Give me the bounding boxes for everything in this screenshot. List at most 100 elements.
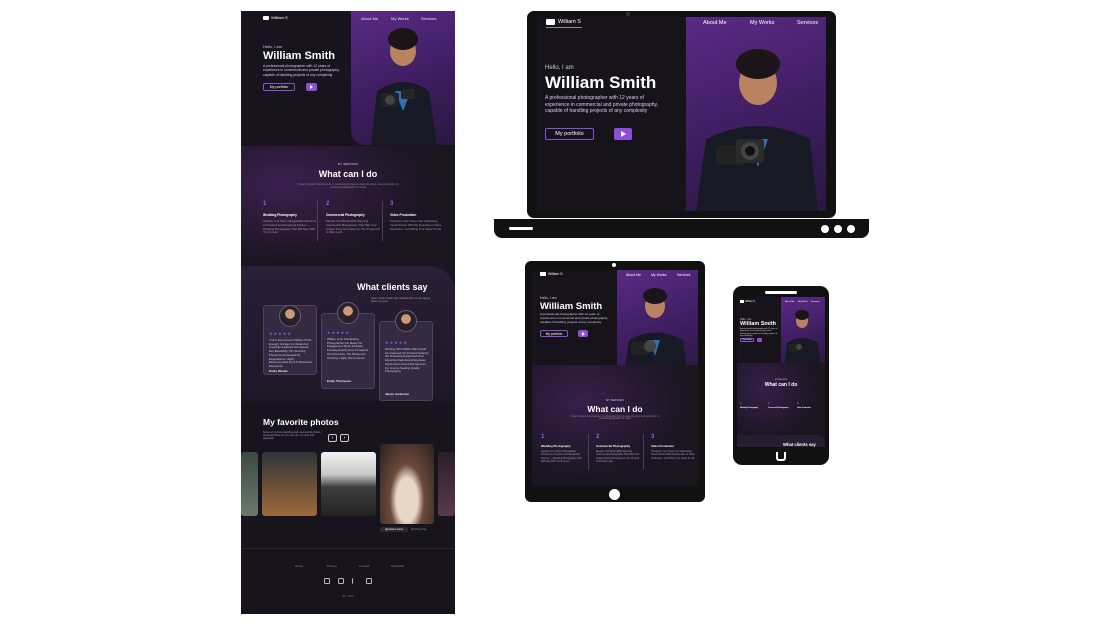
logo[interactable]: William S [263,15,288,20]
hero-name: William Smith [740,321,777,327]
divider [643,434,644,470]
nav-services[interactable]: Services [677,273,690,277]
service-title: Wedding Photography [263,213,297,217]
logo[interactable]: William S [540,272,563,276]
hero-image [781,297,825,369]
play-button[interactable] [757,338,762,342]
nav-works[interactable]: My Works [391,16,409,21]
clients-title: What clients say [783,442,816,447]
nav-about[interactable]: About Me [626,273,641,277]
service-title: Commercial Photography [326,213,365,217]
hero-image [686,17,826,211]
photo-caption: Wedding Day [411,528,427,531]
photo-caption: @ourtime turns [380,527,408,532]
hero-greeting: Hello, I am [545,65,574,71]
portfolio-button[interactable]: My portfolio [740,338,754,342]
camera-logo-icon [740,300,744,303]
nav-services[interactable]: Services [811,301,819,303]
hero-description: A professional photographer with 12 year… [263,64,340,77]
divider [317,201,318,241]
service-number: 1 [263,201,267,207]
logo-text: William S [558,19,581,25]
service-number: 2 [768,401,770,405]
play-icon [581,331,585,336]
service-item: 1 Wedding Photography [740,401,764,409]
gallery-photo[interactable] [380,444,434,524]
gallery-photo[interactable] [438,452,455,516]
service-item: 3 Video Production Transform Your Vision… [390,201,445,231]
play-button[interactable] [306,83,317,91]
testimonial-card: ★★★★★ I Can't Recommend William Smith En… [263,305,317,375]
nav-services[interactable]: Services [797,20,818,26]
services-kicker: MY SERVICES [774,379,788,381]
tablet-display: William S About Me My Works Services Hel… [532,270,698,486]
footer-link[interactable]: Subscribe [391,564,404,568]
service-title: Video Production [651,444,675,448]
service-number: 2 [596,434,600,440]
testimonial-card: ★★★★★ William Is An Outstanding Photogra… [321,302,375,389]
portfolio-button[interactable]: My portfolio [263,83,295,91]
laptop-display: William S About Me My Works Services Hel… [537,17,826,211]
linkedin-icon[interactable] [366,578,372,584]
phone-display: William S About Me My Works Services Hel… [737,297,825,447]
phone-home-button [776,452,786,461]
laptop-dot [834,225,842,233]
behance-icon[interactable] [338,578,344,584]
instagram-icon[interactable] [324,578,330,584]
service-item: 2 Commercial Photography Elevate Your Br… [326,201,381,235]
tablet-camera [612,263,616,267]
nav-services[interactable]: Services [421,16,436,21]
service-title: Commercial Photography [768,407,789,409]
services-title: What can I do [318,169,378,179]
logo[interactable]: William S [546,19,581,25]
testimonial-card: ★★★★★ Working With William Was Great! He… [379,310,433,401]
gallery-photo[interactable] [321,452,376,516]
service-title: Commercial Photography [596,444,631,448]
service-number: 3 [651,434,655,440]
nav-about[interactable]: About Me [785,301,794,303]
services-kicker: MY SERVICES [337,162,359,166]
service-desc: Transform Your Vision Into Captivating V… [651,450,695,460]
services-title: What can I do [587,404,643,414]
play-button[interactable] [614,128,632,140]
footer-link[interactable]: Home [295,564,303,568]
long-page-mockup: William S About Me My Works Services Hel… [241,11,455,614]
gallery-photo[interactable] [262,452,317,516]
webcam [626,12,630,16]
hero-name: William Smith [540,301,603,312]
testimonial-text: I Can't Recommend William Smith Enough. … [269,338,312,368]
service-title: Wedding Photography [541,444,571,448]
services-section [532,365,698,486]
laptop-slot [509,227,533,230]
service-title: Video Production [390,213,417,217]
arrow-right-icon[interactable]: › [340,434,349,442]
gallery-photo[interactable] [241,452,258,516]
nav-works[interactable]: My Works [798,301,808,303]
photos-subtitle: Some of my best wedding and commercial p… [263,431,322,440]
services-title: What can I do [764,382,798,388]
portfolio-button[interactable]: My portfolio [545,128,594,140]
footer-link[interactable]: Contact [359,564,369,568]
service-number: 2 [326,201,330,207]
photos-title: My favorite photos [263,417,339,427]
logo-text: William S [548,272,563,276]
play-button[interactable] [578,330,588,337]
hero-description: A professional photographer with 12 year… [545,95,659,114]
footer-link[interactable]: Privacy [327,564,337,568]
service-item: 3 Video Production [797,401,821,409]
nav-works[interactable]: My Works [651,273,667,277]
testimonial-name: James Anderson [385,392,410,396]
facebook-icon[interactable] [352,578,358,584]
photographer-illustration [784,310,821,369]
portfolio-button[interactable]: My portfolio [540,330,568,337]
hero-greeting: Hello, I am [540,296,557,300]
divider [588,434,589,470]
service-title: Wedding Photography [740,407,758,409]
service-number: 3 [390,201,394,207]
logo[interactable]: William S [740,300,755,303]
nav-works[interactable]: My Works [750,20,774,26]
arrow-left-icon[interactable]: ‹ [328,434,337,442]
nav-about[interactable]: About Me [703,20,727,26]
nav-about[interactable]: About Me [361,16,378,21]
logo-text: William S [745,300,755,303]
